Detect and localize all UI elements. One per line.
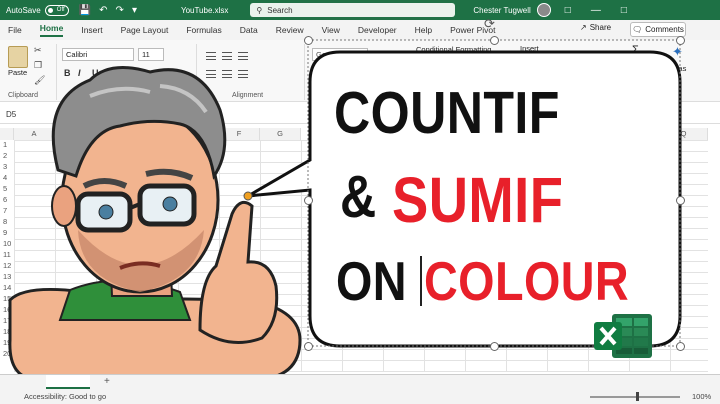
resize-handle[interactable] bbox=[676, 36, 685, 45]
excel-logo-icon bbox=[594, 314, 652, 358]
sheet-tab-bar: + bbox=[0, 374, 720, 390]
rotate-handle-icon[interactable]: ⟳ bbox=[484, 16, 495, 32]
headline-colour: COLOUR bbox=[424, 250, 630, 312]
add-sheet-button[interactable]: + bbox=[104, 376, 110, 387]
zoom-slider-knob[interactable] bbox=[636, 392, 639, 401]
headline-ampersand: & bbox=[340, 164, 377, 230]
mascot-ear-left bbox=[51, 185, 77, 227]
resize-handle[interactable] bbox=[676, 342, 685, 351]
accessibility-status[interactable]: Accessibility: Good to go bbox=[24, 392, 106, 401]
resize-handle[interactable] bbox=[490, 342, 499, 351]
headline-sumif: SUMIF bbox=[392, 164, 564, 236]
status-bar: Accessibility: Good to go 100% bbox=[0, 390, 720, 404]
resize-handle[interactable] bbox=[676, 196, 685, 205]
resize-handle[interactable] bbox=[304, 36, 313, 45]
adjust-handle bbox=[243, 191, 253, 201]
text-cursor bbox=[420, 256, 422, 306]
resize-handle[interactable] bbox=[490, 36, 499, 45]
resize-handle[interactable] bbox=[304, 342, 313, 351]
mascot-eye-left bbox=[98, 204, 114, 220]
zoom-slider[interactable] bbox=[590, 396, 680, 398]
sheet-tab-active[interactable] bbox=[46, 375, 90, 389]
zoom-level[interactable]: 100% bbox=[692, 392, 711, 401]
headline-countif: COUNTIF bbox=[334, 80, 560, 146]
mascot-eye-right bbox=[162, 196, 178, 212]
resize-handle[interactable] bbox=[304, 196, 313, 205]
headline-on: ON bbox=[336, 250, 407, 312]
